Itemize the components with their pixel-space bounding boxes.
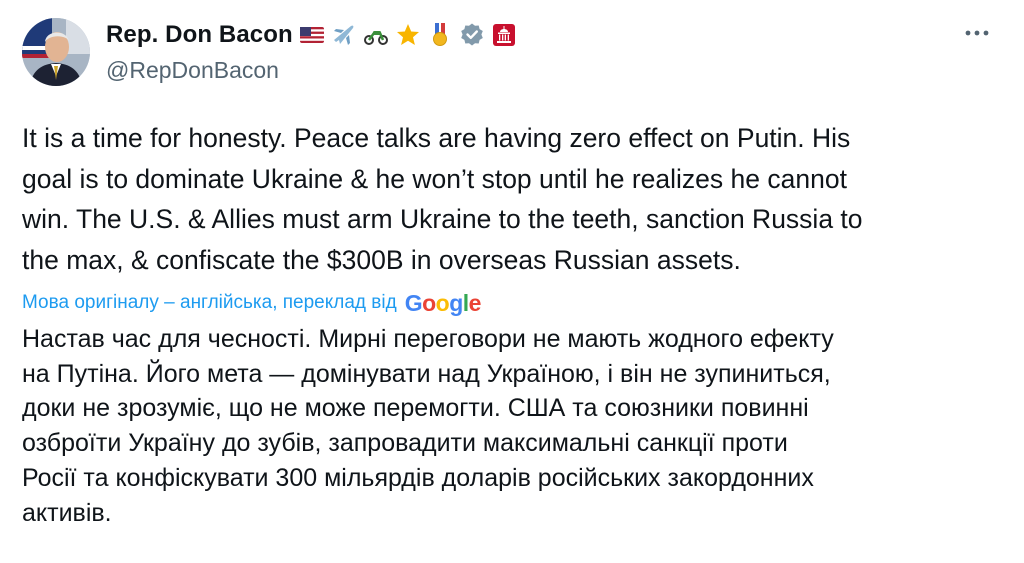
more-options-button[interactable]: [960, 18, 994, 48]
google-logo-letter: o: [435, 289, 450, 316]
author-name[interactable]: Rep. Don Bacon: [106, 21, 293, 49]
capitol-affiliate-icon[interactable]: [491, 22, 517, 48]
star-icon: [396, 24, 419, 45]
author-avatar[interactable]: [22, 18, 90, 86]
author-name-row: Rep. Don Bacon: [106, 19, 517, 51]
verified-badge-icon[interactable]: [459, 22, 485, 48]
avatar-image: [22, 18, 90, 86]
google-logo-letter: g: [449, 289, 463, 316]
translated-tweet-text: Настав час для чесності. Мирні переговор…: [22, 325, 834, 527]
motorcycle-icon: [363, 31, 388, 45]
author-handle[interactable]: @RepDonBacon: [106, 57, 279, 84]
google-logo: Google: [404, 289, 482, 316]
tweet-text: It is a time for honesty. Peace talks ar…: [22, 123, 863, 275]
google-logo-letter: G: [404, 289, 423, 316]
us-flag-icon: [299, 27, 324, 43]
more-dots-icon: [965, 30, 989, 36]
google-logo-letter: o: [422, 289, 436, 316]
translation-attribution: Мова оригіналу – англійська, переклад ві…: [22, 288, 481, 318]
translation-label[interactable]: Мова оригіналу – англійська, переклад ві…: [22, 292, 397, 314]
google-logo-letter: e: [468, 289, 482, 316]
airplane-icon: [333, 25, 354, 45]
medal-icon: [432, 23, 447, 46]
